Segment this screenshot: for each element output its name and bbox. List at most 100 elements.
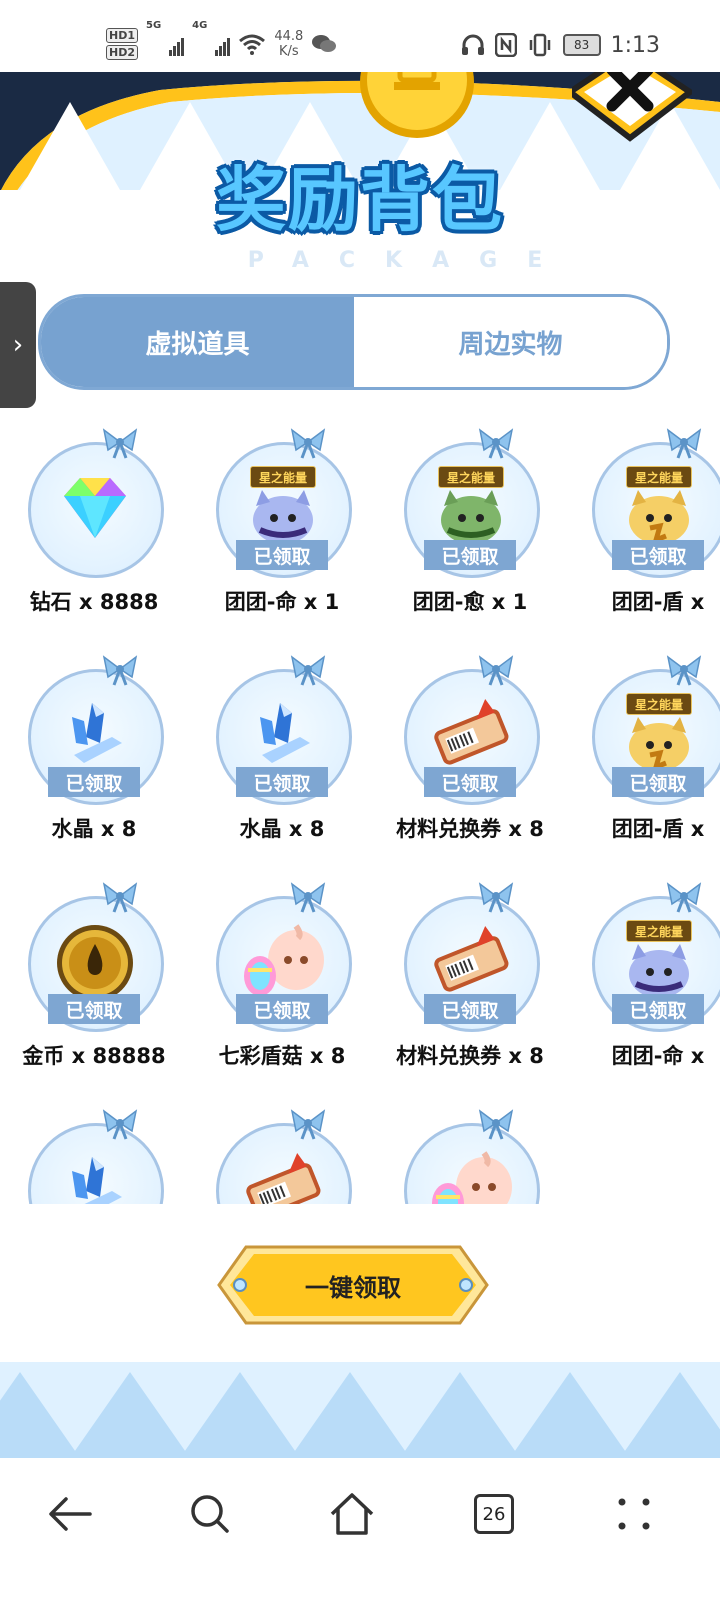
reward-item[interactable]: 星之能量已领取团团-盾 x	[564, 424, 720, 624]
chevron-right-icon: ›	[12, 330, 24, 360]
ribbon-bow-icon	[288, 878, 328, 914]
crystal-icon	[52, 1147, 138, 1204]
ribbon-bow-icon	[100, 424, 140, 460]
page-title: 奖励背包	[216, 159, 504, 241]
clock: 1:13	[610, 32, 660, 58]
ribbon-bow-icon	[100, 878, 140, 914]
claimed-badge: 已领取	[612, 540, 704, 570]
menu-button[interactable]	[604, 1484, 664, 1544]
ribbon-bow-icon	[476, 424, 516, 460]
home-button[interactable]	[322, 1484, 382, 1544]
ribbon-bow-icon	[664, 651, 704, 687]
reward-item[interactable]: 已领取 水晶 x 8	[188, 651, 376, 851]
signal-icon	[215, 32, 231, 56]
reward-item[interactable]: 星之能量 已领取 团团-愈 x 1	[376, 424, 564, 624]
reward-item[interactable]	[0, 1105, 188, 1204]
claimed-badge: 已领取	[612, 994, 704, 1024]
reward-item-name: 材料兑换券 x 8	[396, 817, 544, 841]
reward-item[interactable]	[376, 1105, 564, 1204]
star-energy-tag: 星之能量	[626, 466, 692, 488]
reward-item-name: 材料兑换券 x 8	[396, 1044, 544, 1068]
reward-item[interactable]: 星之能量已领取团团-命 x 1	[188, 424, 376, 624]
claim-all-label: 一键领取	[305, 1273, 401, 1302]
status-left: HD1 HD2 5G 4G 44.8 K/s	[106, 20, 337, 68]
reward-item[interactable]: 已领取金币 x 88888	[0, 878, 188, 1078]
network-4g-label: 4G	[192, 20, 208, 31]
ribbon-bow-icon	[100, 1105, 140, 1141]
reward-item[interactable]: 已领取材料兑换券 x 8	[376, 878, 564, 1078]
speed-unit: K/s	[278, 44, 299, 59]
ribbon-bow-icon	[476, 1105, 516, 1141]
home-icon	[330, 1493, 374, 1535]
status-right: 83 1:13	[461, 30, 660, 60]
ribbon-bow-icon	[100, 651, 140, 687]
wifi-icon	[239, 34, 266, 55]
reward-item-name: 金币 x 88888	[22, 1044, 166, 1068]
reward-item-name: 团团-命 x 1	[224, 590, 340, 614]
claim-all-button[interactable]: 一键领取	[216, 1244, 490, 1326]
ribbon-bow-icon	[288, 424, 328, 460]
tabs-button[interactable]: 26	[464, 1484, 524, 1544]
star-energy-tag: 星之能量	[626, 693, 692, 715]
claimed-badge: 已领取	[424, 767, 516, 797]
star-energy-tag: 星之能量	[438, 466, 504, 488]
network-5g-label: 5G	[146, 20, 162, 31]
more-dots-icon	[618, 1498, 650, 1530]
search-button[interactable]	[180, 1484, 240, 1544]
ticket-icon	[240, 1147, 326, 1204]
reward-item-name: 团团-盾 x	[611, 817, 705, 841]
claimed-badge: 已领取	[612, 767, 704, 797]
close-button[interactable]	[564, 72, 696, 146]
reward-item[interactable]: 已领取材料兑换券 x 8	[376, 651, 564, 851]
reward-grid: 钻石 x 8888 星之能量 已领取 团团-命 x 1 星之能量 已领取 团团-愈 x 1星…	[0, 424, 720, 1204]
claimed-badge: 已领取	[236, 767, 328, 797]
nfc-icon	[494, 33, 517, 57]
ribbon-bow-icon	[476, 878, 516, 914]
bottom-nav-bar: 26	[0, 1458, 720, 1600]
claimed-badge: 已领取	[48, 767, 140, 797]
star-energy-tag: 星之能量	[250, 466, 316, 488]
reward-item-name: 钻石 x 8888	[29, 590, 159, 614]
reward-item[interactable]: 已领取七彩盾菇 x 8	[188, 878, 376, 1078]
ribbon-bow-icon	[288, 1105, 328, 1141]
tab-virtual-items[interactable]: 虚拟道具	[41, 297, 354, 387]
hd-badge-2: HD2	[106, 45, 138, 60]
ribbon-bow-icon	[664, 878, 704, 914]
back-button[interactable]	[40, 1484, 100, 1544]
headphones-icon	[461, 34, 484, 55]
reward-item-name: 团团-命 x	[611, 1044, 705, 1068]
side-drawer-handle[interactable]: ›	[0, 282, 36, 408]
claimed-badge: 已领取	[236, 540, 328, 570]
ribbon-bow-icon	[476, 651, 516, 687]
network-speed: 44.8 K/s	[274, 29, 303, 59]
speed-value: 44.8	[274, 29, 304, 44]
reward-item-name: 团团-盾 x	[611, 590, 705, 614]
page-subtitle: PACKAGE	[247, 248, 573, 273]
reward-item[interactable]	[188, 1105, 376, 1204]
battery-icon: 83	[562, 34, 601, 56]
reward-item[interactable]: 星之能量已领取团团-命 x	[564, 878, 720, 1078]
vibrate-icon	[529, 33, 550, 57]
reward-item[interactable]: 星之能量已领取团团-盾 x	[564, 651, 720, 851]
signal-icon	[169, 32, 185, 56]
reward-item-name: 七彩盾菇 x 8	[218, 1044, 346, 1068]
claimed-badge: 已领取	[424, 994, 516, 1024]
tab-physical-merch[interactable]: 周边实物	[354, 297, 667, 387]
reward-item[interactable]: 钻石 x 8888	[0, 424, 188, 624]
back-arrow-icon	[49, 1497, 92, 1531]
hd-badge-1: HD1	[106, 28, 138, 43]
diamond-icon	[52, 466, 138, 552]
claimed-badge: 已领取	[236, 994, 328, 1024]
search-icon	[191, 1495, 229, 1533]
ribbon-bow-icon	[664, 424, 704, 460]
ribbon-bow-icon	[288, 651, 328, 687]
wechat-icon	[312, 35, 337, 52]
footer-decoration	[0, 1362, 720, 1458]
reward-package-panel: 奖励背包 PACKAGE › 虚拟道具 周边实物 钻石 x 8888 星之能量 已领…	[0, 72, 720, 1458]
hd-indicators: HD1 HD2	[106, 28, 138, 60]
reward-item-name: 水晶 x 8	[51, 817, 137, 841]
claimed-badge: 已领取	[48, 994, 140, 1024]
mushroom-icon	[428, 1147, 514, 1204]
reward-item[interactable]: 已领取水晶 x 8	[0, 651, 188, 851]
star-energy-tag: 星之能量	[626, 920, 692, 942]
